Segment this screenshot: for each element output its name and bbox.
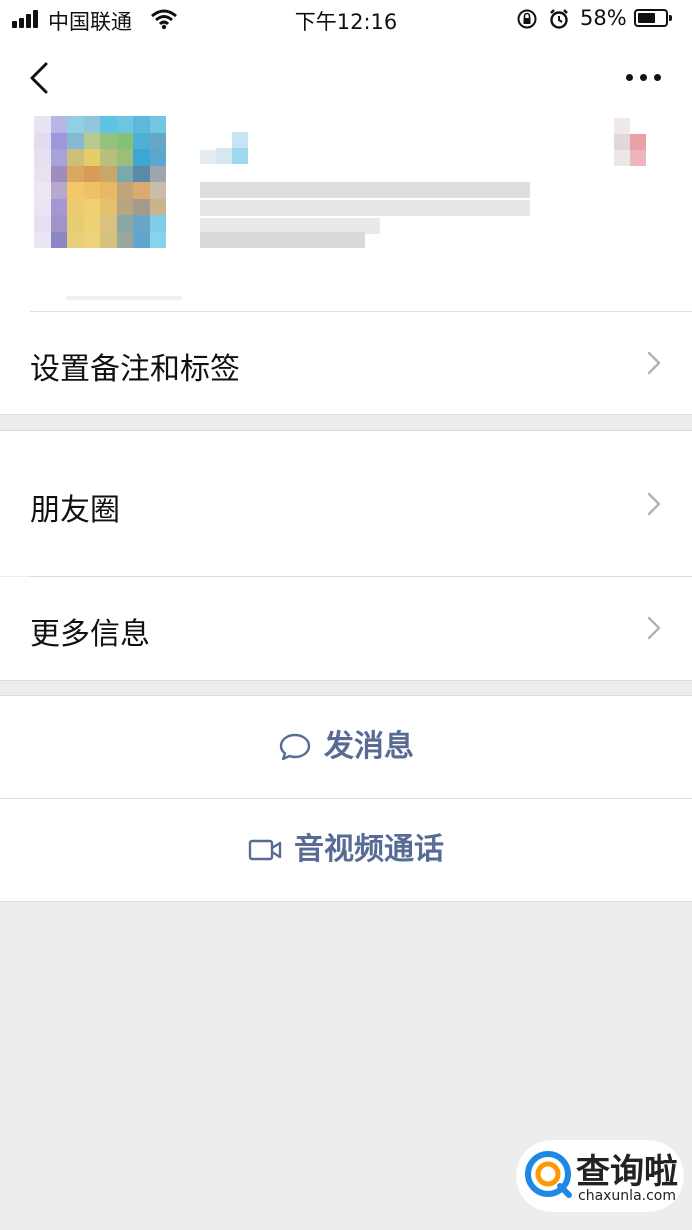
battery-icon [634, 9, 672, 27]
back-icon[interactable] [22, 58, 58, 98]
watermark-title: 查询啦 [576, 1152, 678, 1192]
profile-header[interactable] [0, 110, 692, 312]
status-bar: 中国联通 下午12:16 58% [0, 0, 692, 40]
more-info-label: 更多信息 [30, 617, 150, 652]
watermark: 查询啦 chaxunla.com [516, 1140, 684, 1212]
remark-tags-row[interactable]: 设置备注和标签 [0, 312, 692, 414]
navigation-bar [0, 40, 692, 110]
chevron-right-icon [647, 492, 661, 516]
send-message-label: 发消息 [324, 729, 414, 764]
search-logo-icon [525, 1151, 572, 1198]
video-call-label: 音视频通话 [294, 832, 444, 867]
battery-percentage: 58% [580, 6, 627, 30]
more-icon[interactable] [624, 68, 664, 88]
moments-label: 朋友圈 [30, 493, 120, 528]
send-message-button[interactable]: 发消息 [0, 696, 692, 798]
chat-bubble-icon [279, 733, 311, 761]
video-call-button[interactable]: 音视频通话 [0, 799, 692, 901]
video-camera-icon [248, 839, 282, 861]
rotation-lock-icon [517, 9, 537, 29]
alarm-icon [550, 9, 568, 29]
chevron-right-icon [647, 616, 661, 640]
moments-row[interactable]: 朋友圈 [0, 431, 692, 576]
section-divider [0, 414, 692, 415]
chevron-right-icon [647, 351, 661, 375]
avatar[interactable] [34, 116, 166, 248]
section-divider [0, 680, 692, 681]
more-info-row[interactable]: 更多信息 [0, 577, 692, 680]
divider [0, 901, 692, 902]
section-divider [0, 430, 692, 431]
region-blurred [66, 296, 182, 300]
watermark-url: chaxunla.com [578, 1188, 676, 1204]
remark-tags-label: 设置备注和标签 [30, 352, 240, 387]
